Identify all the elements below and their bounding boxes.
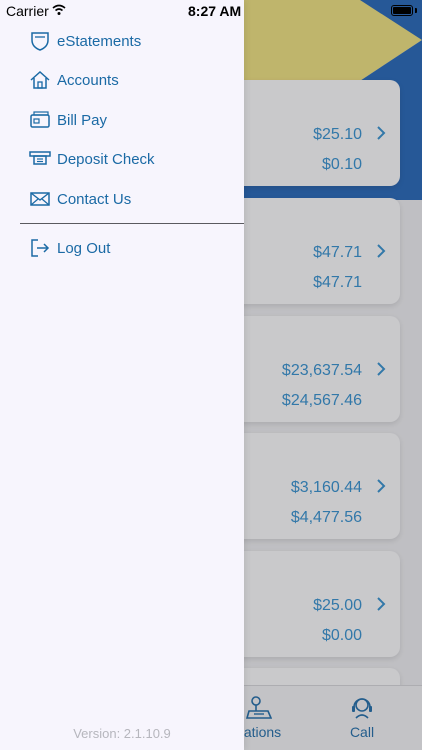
app-version: Version: 2.1.10.9 [73, 726, 171, 741]
menu-item-contact-us[interactable]: Contact Us [0, 181, 244, 217]
menu-item-label: Contact Us [57, 191, 132, 208]
logout-icon [31, 239, 50, 257]
battery-icon [391, 5, 413, 16]
menu-item-label: Deposit Check [57, 151, 155, 168]
menu-divider [20, 223, 244, 224]
menu-item-label: eStatements [57, 33, 142, 50]
menu-item-log-out[interactable]: Log Out [0, 230, 244, 266]
menu-item-deposit-check[interactable]: Deposit Check [0, 141, 244, 177]
home-icon [30, 70, 50, 89]
envelope-icon [30, 192, 50, 206]
card-icon [30, 111, 50, 128]
side-drawer: eStatements Accounts Bill Pay Deposit Ch… [0, 0, 244, 750]
wifi-icon [52, 4, 66, 15]
status-bar: Carrier 8:27 AM [0, 0, 422, 22]
shield-icon [31, 32, 49, 51]
carrier-label: Carrier [6, 3, 49, 19]
check-deposit-icon [29, 151, 51, 165]
menu-item-estatements[interactable]: eStatements [0, 23, 244, 59]
menu-item-label: Accounts [57, 72, 119, 89]
battery-tip [415, 8, 417, 13]
menu-item-bill-pay[interactable]: Bill Pay [0, 102, 244, 138]
status-time: 8:27 AM [188, 3, 242, 19]
menu-item-label: Bill Pay [57, 112, 108, 129]
log-out-label: Log Out [57, 240, 111, 257]
menu-item-accounts[interactable]: Accounts [0, 62, 244, 98]
